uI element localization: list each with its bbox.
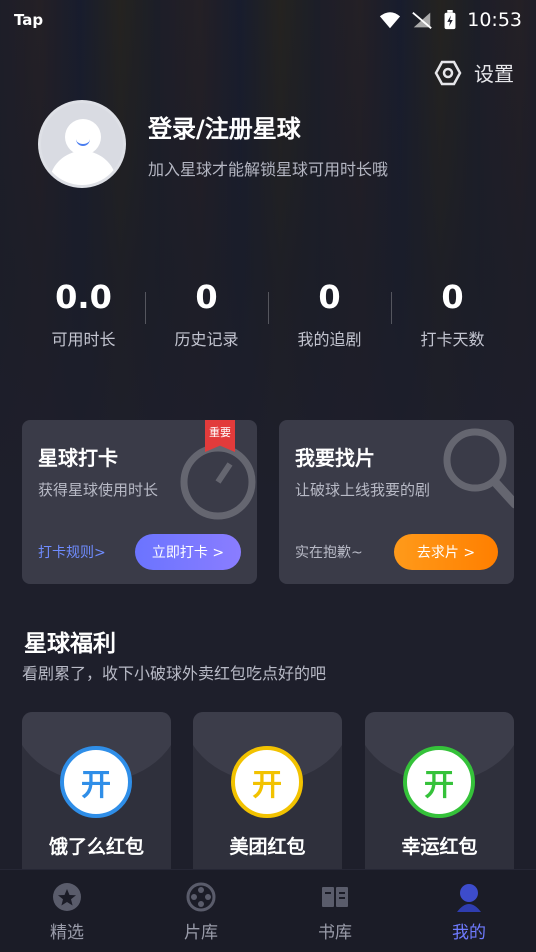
open-coin-button[interactable]: 开 — [231, 746, 303, 818]
login-profile[interactable]: 登录/注册星球 加入星球才能解锁星球可用时长哦 — [38, 100, 388, 188]
magnifier-icon — [443, 428, 514, 509]
stat-value: 0 — [195, 278, 218, 316]
settings-label: 设置 — [474, 62, 514, 86]
tab-mine[interactable]: 我的 — [402, 870, 536, 952]
open-coin-button[interactable]: 开 — [403, 746, 475, 818]
carrier-label: Tap — [14, 11, 44, 29]
request-movie-card[interactable]: 我要找片 让破球上线我要的剧 实在抱歉~ 去求片 > — [279, 420, 514, 584]
book-icon — [322, 887, 348, 907]
user-icon — [457, 884, 481, 912]
stat-label: 可用时长 — [51, 330, 116, 349]
red-packet-label: 幸运红包 — [401, 836, 478, 858]
battery-charging-icon — [444, 10, 456, 30]
checkin-card[interactable]: 重要 星球打卡 获得星球使用时长 打卡规则> 立即打卡 > — [22, 420, 257, 584]
tab-label: 精选 — [50, 923, 84, 943]
stat-following[interactable]: 0 我的追剧 — [268, 278, 391, 350]
stat-value: 0.0 — [55, 278, 112, 316]
stat-history[interactable]: 0 历史记录 — [145, 278, 268, 350]
stat-checkin-days[interactable]: 0 打卡天数 — [391, 278, 514, 350]
stats-row: 0.0 可用时长 0 历史记录 0 我的追剧 0 打卡天数 — [22, 278, 514, 350]
welfare-subtitle: 看剧累了，收下小破球外卖红包吃点好的吧 — [22, 664, 327, 683]
eleme-red-packet[interactable]: 开 饿了么红包 — [22, 712, 171, 872]
stat-available-time[interactable]: 0.0 可用时长 — [22, 278, 145, 350]
welfare-title: 星球福利 — [24, 631, 116, 657]
tab-label: 我的 — [452, 923, 486, 943]
film-reel-icon — [186, 882, 216, 912]
open-coin-button[interactable]: 开 — [60, 746, 132, 818]
bottom-tab-bar: 精选 片库 书库 我的 — [0, 869, 536, 952]
login-subtitle: 加入星球才能解锁星球可用时长哦 — [148, 159, 389, 179]
clock: 10:53 — [467, 9, 522, 31]
request-note: 实在抱歉~ — [295, 545, 363, 561]
red-packet-label: 美团红包 — [229, 836, 306, 858]
status-bar: Tap 10:53 — [0, 0, 536, 40]
stat-value: 0 — [441, 278, 464, 316]
login-title[interactable]: 登录/注册星球 — [148, 109, 388, 144]
tab-label: 片库 — [184, 923, 218, 943]
checkin-rules-link[interactable]: 打卡规则> — [38, 542, 106, 562]
hexagon-settings-icon — [434, 60, 462, 85]
stat-label: 打卡天数 — [420, 330, 485, 349]
request-movie-button[interactable]: 去求片 > — [394, 534, 498, 570]
tab-books[interactable]: 书库 — [268, 870, 402, 952]
tab-label: 书库 — [318, 923, 352, 943]
lucky-red-packet[interactable]: 开 幸运红包 — [365, 712, 514, 872]
meituan-red-packet[interactable]: 开 美团红包 — [193, 712, 342, 872]
default-avatar-icon[interactable] — [38, 100, 126, 188]
no-signal-icon — [412, 11, 432, 29]
red-packet-label: 饿了么红包 — [48, 836, 144, 858]
checkin-now-button[interactable]: 立即打卡 > — [135, 534, 241, 570]
wifi-icon — [380, 12, 401, 29]
tab-movies[interactable]: 片库 — [134, 870, 268, 952]
star-icon — [53, 883, 81, 911]
stat-value: 0 — [318, 278, 341, 316]
stat-label: 历史记录 — [174, 330, 239, 349]
settings-button[interactable]: 设置 — [434, 58, 514, 87]
stat-label: 我的追剧 — [297, 330, 362, 349]
tab-featured[interactable]: 精选 — [0, 870, 134, 952]
